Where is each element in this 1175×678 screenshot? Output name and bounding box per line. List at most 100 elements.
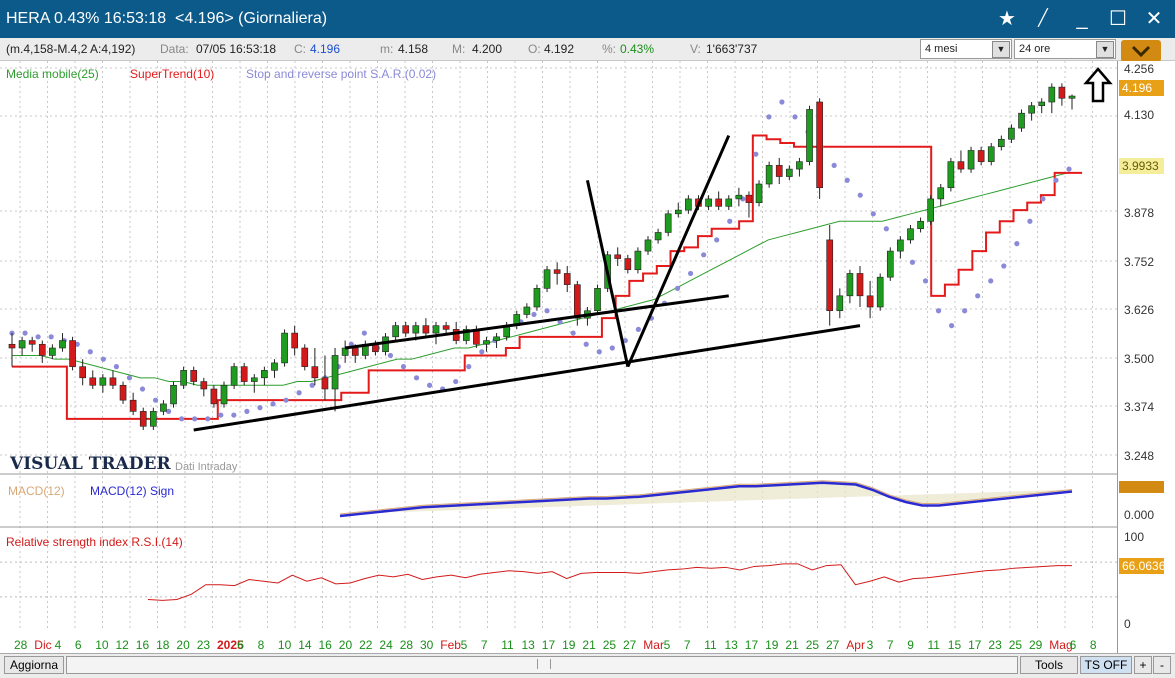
date-axis-label: 25 (805, 638, 820, 652)
price-label: 3.626 (1124, 303, 1155, 317)
interval-select[interactable]: 24 ore ▼ (1014, 39, 1116, 59)
period-value: 4 mesi (925, 43, 958, 55)
price-label: 4.256 (1124, 62, 1155, 76)
date-axis-label: 20 (338, 638, 353, 652)
candle-body (170, 384, 177, 405)
candle-body (987, 146, 995, 162)
sar-dot (544, 308, 550, 314)
date-axis-label: 13 (521, 638, 535, 652)
candle-body (220, 384, 228, 405)
collapse-button[interactable] (1121, 40, 1161, 62)
candle-body (321, 377, 329, 390)
pct-label: %: (602, 42, 617, 56)
date-axis-label: 27 (826, 638, 840, 652)
candle-body (59, 340, 66, 349)
candle-body (816, 101, 823, 189)
date-axis-label: 23 (988, 638, 1002, 652)
candle-body (907, 228, 914, 241)
volume-label: V: (690, 42, 701, 56)
star-icon[interactable]: ★ (993, 6, 1021, 32)
sar-dot (870, 211, 876, 217)
date-axis-label: 23 (196, 638, 211, 652)
candle-body (977, 150, 985, 162)
date-axis-label: 7 (886, 638, 894, 652)
legend-ma: Media mobile(25) (6, 67, 99, 81)
sar-dot (283, 397, 289, 403)
refresh-button[interactable]: Aggiorna (4, 656, 64, 674)
date-axis-label: 21 (785, 638, 799, 652)
sar-dot (244, 408, 250, 414)
sar-dot (139, 386, 146, 392)
date-axis-label: 25 (602, 638, 617, 652)
watermark-brand: VISUAL TRADER (10, 454, 171, 474)
candle-body (351, 347, 359, 356)
candle-body (240, 366, 248, 382)
minimize-icon[interactable]: _ (1068, 6, 1096, 32)
legend-sar: Stop and reverse point S.A.R.(0.02) (246, 67, 437, 81)
sar-dot (792, 114, 798, 120)
date-axis-label: Feb (440, 638, 461, 652)
close-icon[interactable]: ✕ (1140, 6, 1168, 32)
candle-body (917, 220, 924, 230)
sar-dot (400, 364, 407, 370)
candle-body (886, 250, 894, 278)
maximize-icon[interactable]: ☐ (1104, 6, 1132, 32)
candle-body (271, 362, 278, 371)
candle-body (483, 340, 490, 345)
zoom-in-button[interactable]: + (1134, 656, 1152, 674)
date-axis-label: 8 (257, 638, 265, 652)
candle-body (574, 284, 581, 319)
date-axis-label: Dic (34, 638, 52, 652)
date-axis-label: 11 (704, 638, 717, 652)
date-axis-label: 16 (135, 638, 150, 652)
sar-dot (766, 114, 772, 120)
max-label: M: (452, 42, 466, 56)
sar-dot (22, 330, 28, 336)
sar-dot (596, 349, 602, 355)
date-axis-label: Apr (846, 638, 865, 652)
candle-body (856, 273, 864, 297)
chart-area[interactable]: Media mobile(25) SuperTrend(10) Stop and… (0, 61, 1117, 653)
sar-dot (687, 270, 694, 277)
candle-body (442, 325, 450, 330)
sar-dot (779, 99, 785, 105)
max-value: 4.200 (472, 42, 503, 56)
candle-body (8, 343, 16, 349)
ts-off-button[interactable]: TS OFF (1080, 656, 1132, 674)
sar-dot (583, 341, 589, 347)
sar-dot (152, 397, 159, 403)
price-chart[interactable] (0, 61, 1117, 653)
period-select[interactable]: 4 mesi ▼ (920, 39, 1012, 59)
date-axis-label: 25 (1008, 638, 1023, 652)
candle-body (897, 239, 904, 252)
candle-body (69, 340, 76, 367)
chevron-down-icon[interactable]: ▼ (992, 41, 1010, 58)
tools-button[interactable]: Tools (1020, 656, 1078, 674)
candle-body (715, 198, 722, 207)
min-label: m: (380, 42, 394, 56)
zoom-out-button[interactable]: - (1153, 656, 1171, 674)
horizontal-scrollbar[interactable] (66, 656, 1018, 674)
candle-body (654, 232, 662, 241)
sar-dot (609, 345, 615, 351)
date-label: Data: (160, 42, 189, 56)
sar-dot (48, 334, 54, 340)
date-axis-label: 21 (582, 638, 596, 652)
chevron-down-icon[interactable]: ▼ (1096, 41, 1114, 58)
candle-body (634, 250, 642, 271)
sar-dot (270, 401, 276, 407)
sar-dot (635, 326, 641, 332)
date-axis-label: 8 (1089, 638, 1097, 652)
date-axis-label: 10 (95, 638, 109, 652)
candle-body (79, 366, 86, 379)
candle-body (725, 198, 733, 207)
scroll-thumb-grip-icon[interactable] (537, 659, 551, 669)
pin-icon[interactable]: ╱ (1029, 6, 1057, 32)
sar-dot (883, 226, 889, 232)
rsi-value-tag: 66.0636 (1119, 558, 1165, 574)
sar-dot (466, 364, 472, 370)
candle-body (644, 239, 652, 252)
candle-body (846, 273, 854, 297)
min-value: 4.158 (398, 42, 429, 56)
candle-body (624, 258, 632, 271)
